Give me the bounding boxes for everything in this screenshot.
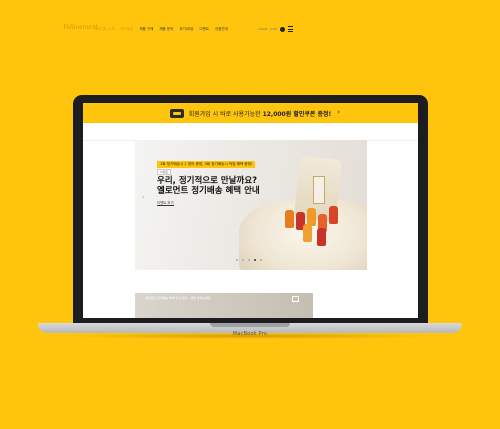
navbar [83,123,418,141]
nav-item-subscription[interactable]: 정기배송 [120,27,133,32]
juice-bottle [303,224,312,242]
video-preview[interactable]: 옐로먼트 정기배송 혜택 안내 영상 · 매월 받아보세요 [135,293,313,318]
carousel-dot-active[interactable] [254,259,256,261]
juice-bottle [329,206,338,224]
nav-menu: 옐로먼트 소개 정기배송 제품 구매 제품 문의 후기/리뷰 이벤트 이용안내 [94,27,228,32]
cart-icon[interactable] [279,26,285,32]
nav-item-reviews[interactable]: 후기/리뷰 [179,27,193,32]
promo-text-highlight: 12,000원 할인쿠폰 증정! [262,110,332,118]
coupon-icon [169,108,184,118]
hero-badge: 1회 정기배송시 1 맞어 증정, 3회 정기배송시 적립 혜택 증정! [157,161,256,168]
carousel-dot[interactable] [242,259,244,261]
pouch-label [313,176,325,204]
promo-text-main: 회원가입 시 바로 사용가능한 [188,110,261,118]
hero-banner[interactable]: 1회 정기배송시 1 맞어 증정, 3회 정기배송시 적립 혜택 증정! 이벤트… [135,140,367,270]
nav-item-about[interactable]: 옐로먼트 소개 [94,27,114,32]
nav-item-guide[interactable]: 이용안내 [215,27,228,32]
fullscreen-icon[interactable] [292,296,299,302]
menu-icon[interactable] [287,26,293,32]
nav-item-event[interactable]: 이벤트 [199,27,209,32]
chevron-left-icon[interactable]: ‹ [142,194,144,201]
carousel-dot[interactable] [236,259,238,261]
join-link[interactable]: JOIN [270,27,276,31]
logo-icon[interactable] [51,23,61,33]
nav-item-inquiry[interactable]: 제품 문의 [159,27,173,32]
laptop-shadow [60,333,440,339]
carousel-dots [236,259,262,261]
juice-bottle [317,228,326,246]
nav-item-shop[interactable]: 제품 구매 [139,27,153,32]
chevron-right-icon[interactable]: › [337,108,340,116]
promo-text: 회원가입 시 바로 사용가능한 12,000원 할인쿠폰 증정! [189,109,332,118]
juice-bottle [285,210,294,228]
laptop-notch [210,323,290,327]
logo-text[interactable]: Yellowment [63,24,98,31]
login-link[interactable]: LOGIN [258,27,267,31]
hero-title-line2: 옐로먼트 정기배송 혜택 안내 [157,186,260,196]
hero-event-button[interactable]: 이벤트 보기 [157,200,174,206]
carousel-dot[interactable] [260,259,262,261]
promo-bar[interactable]: 회원가입 시 바로 사용가능한 12,000원 할인쿠폰 증정! › [83,103,418,123]
carousel-dot[interactable] [248,259,250,261]
video-caption: 옐로먼트 정기배송 혜택 안내 영상 · 매월 받아보세요 [145,296,211,300]
nav-utility: LOGIN JOIN [258,26,293,32]
